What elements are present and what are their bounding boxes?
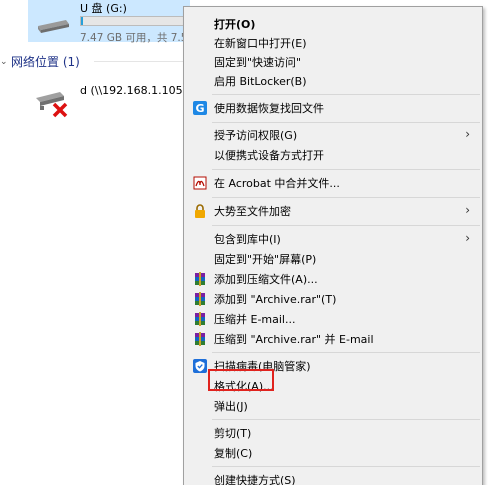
menu-item-add-archive-rar[interactable]: 添加到 "Archive.rar"(T) xyxy=(186,289,480,309)
menu-item-create-shortcut[interactable]: 创建快捷方式(S) xyxy=(186,470,480,485)
drive-free-space: 7.47 GB 可用，共 7.5 xyxy=(80,32,188,44)
tencent-shield-icon xyxy=(193,359,207,373)
menu-label-eject: 弹出(J) xyxy=(214,400,248,413)
usb-drive-icon xyxy=(38,20,69,33)
menu-item-add-archive[interactable]: 添加到压缩文件(A)... xyxy=(186,269,480,289)
drive-capacity-fill xyxy=(81,17,84,25)
winrar-icon xyxy=(195,332,205,346)
menu-label-compress-email: 压缩并 E-mail... xyxy=(214,313,296,326)
menu-label-pin-start: 固定到"开始"屏幕(P) xyxy=(214,253,317,266)
menu-label-include-library: 包含到库中(I) xyxy=(214,233,281,246)
menu-item-copy[interactable]: 复制(C) xyxy=(186,443,480,463)
menu-item-include-library[interactable]: 包含到库中(I) › xyxy=(186,229,480,249)
menu-separator xyxy=(212,419,480,420)
menu-label-compress-rar-email: 压缩到 "Archive.rar" 并 E-mail xyxy=(214,333,374,346)
menu-item-recover[interactable]: G 使用数据恢复找回文件 xyxy=(186,98,480,118)
menu-item-open[interactable]: 打开(O) xyxy=(186,14,480,34)
network-section-title: 网络位置 (1) xyxy=(11,55,80,69)
svg-text:G: G xyxy=(195,102,204,115)
menu-item-encrypt[interactable]: 大势至文件加密 › xyxy=(186,201,480,221)
menu-item-open-new-window[interactable]: 在新窗口中打开(E) xyxy=(186,33,480,53)
menu-label-create-shortcut: 创建快捷方式(S) xyxy=(214,474,296,485)
chevron-down-icon[interactable]: ⌄ xyxy=(0,57,8,67)
menu-label-add-archive-rar: 添加到 "Archive.rar"(T) xyxy=(214,293,337,306)
recovery-g-icon: G xyxy=(193,101,207,115)
menu-label-pin-quick-access: 固定到"快速访问" xyxy=(214,56,302,69)
menu-label-encrypt: 大势至文件加密 xyxy=(214,205,291,218)
menu-label-grant-access: 授予访问权限(G) xyxy=(214,129,298,142)
menu-separator xyxy=(212,352,480,353)
format-highlight-box xyxy=(208,369,274,391)
menu-item-pin-start[interactable]: 固定到"开始"屏幕(P) xyxy=(186,249,480,269)
chevron-right-icon: › xyxy=(465,203,470,217)
menu-separator xyxy=(212,169,480,170)
menu-label-open-portable: 以便携式设备方式打开 xyxy=(214,149,324,162)
winrar-icon xyxy=(195,312,205,326)
menu-label-cut: 剪切(T) xyxy=(214,427,252,440)
lock-icon xyxy=(195,204,205,218)
menu-item-cut[interactable]: 剪切(T) xyxy=(186,423,480,443)
drive-capacity-bar xyxy=(80,16,190,26)
menu-item-compress-rar-email[interactable]: 压缩到 "Archive.rar" 并 E-mail xyxy=(186,329,480,349)
winrar-icon xyxy=(195,272,205,286)
winrar-icon xyxy=(195,292,205,306)
context-menu: 打开(O) 在新窗口中打开(E) 固定到"快速访问" 启用 BitLocker(… xyxy=(183,6,483,485)
menu-label-open: 打开(O) xyxy=(214,18,256,31)
menu-separator xyxy=(212,225,480,226)
chevron-right-icon: › xyxy=(465,127,470,141)
menu-separator xyxy=(212,122,480,123)
menu-item-pin-quick-access[interactable]: 固定到"快速访问" xyxy=(186,52,480,72)
menu-separator xyxy=(212,197,480,198)
menu-label-add-archive: 添加到压缩文件(A)... xyxy=(214,273,318,286)
menu-item-open-portable[interactable]: 以便携式设备方式打开 xyxy=(186,145,480,165)
menu-separator xyxy=(212,94,480,95)
section-divider xyxy=(94,61,184,62)
menu-item-eject[interactable]: 弹出(J) xyxy=(186,396,480,416)
menu-label-open-new-window: 在新窗口中打开(E) xyxy=(214,37,307,50)
disconnected-network-drive-icon xyxy=(36,92,68,118)
menu-label-recover: 使用数据恢复找回文件 xyxy=(214,102,324,115)
menu-item-bitlocker[interactable]: 启用 BitLocker(B) xyxy=(186,71,480,91)
menu-item-grant-access[interactable]: 授予访问权限(G) › xyxy=(186,125,480,145)
menu-label-acrobat-merge: 在 Acrobat 中合并文件... xyxy=(214,177,340,190)
explorer-window: U 盘 (G:) 7.47 GB 可用，共 7.5 ⌄ 网络位置 (1) d (… xyxy=(0,0,488,485)
network-drive-name[interactable]: d (\\192.168.1.105) ( xyxy=(80,84,195,97)
acrobat-icon xyxy=(193,176,207,190)
menu-label-copy: 复制(C) xyxy=(214,447,253,460)
menu-item-acrobat-merge[interactable]: 在 Acrobat 中合并文件... xyxy=(186,173,480,193)
menu-label-bitlocker: 启用 BitLocker(B) xyxy=(214,75,307,88)
drive-name: U 盘 (G:) xyxy=(80,2,127,15)
menu-item-compress-email[interactable]: 压缩并 E-mail... xyxy=(186,309,480,329)
network-section-header[interactable]: ⌄ 网络位置 (1) xyxy=(0,53,80,70)
chevron-right-icon: › xyxy=(465,231,470,245)
menu-separator xyxy=(212,466,480,467)
